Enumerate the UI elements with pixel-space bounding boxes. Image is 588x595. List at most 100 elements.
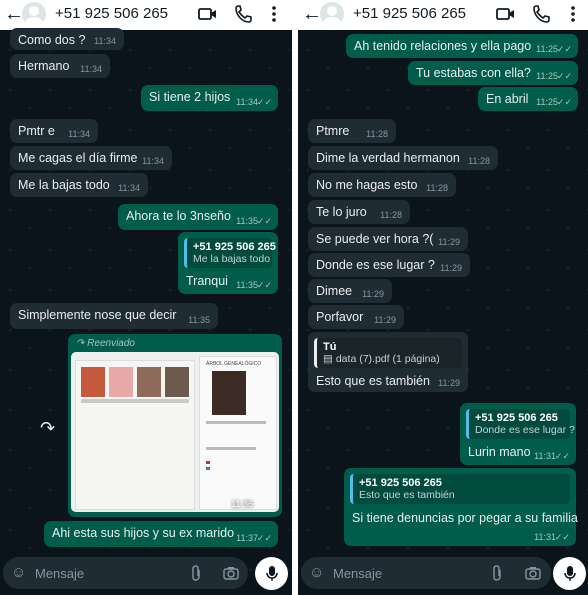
message-outgoing[interactable]: Tu estabas con ella? 11:25 ✓✓ bbox=[408, 61, 578, 85]
back-arrow-icon[interactable]: ← bbox=[302, 3, 322, 25]
document-left-page bbox=[75, 360, 195, 510]
message-text: Si tiene denuncias por pegar a su famili… bbox=[352, 511, 578, 525]
child-photo bbox=[109, 367, 133, 397]
chat-header: ← +51 925 506 265 bbox=[298, 0, 588, 30]
message-outgoing[interactable]: Ahora te lo 3nseño 11:35 ✓✓ bbox=[118, 204, 278, 230]
message-reply-incoming[interactable]: Tú ▤ data (7).pdf (1 página) Esto que es… bbox=[308, 332, 468, 392]
quoted-message[interactable]: +51 925 506 265 Me la bajas todo bbox=[184, 238, 276, 268]
read-receipt-icon: ✓✓ bbox=[256, 97, 272, 107]
message-incoming[interactable]: Hermano 11:34 bbox=[10, 54, 110, 78]
mic-icon bbox=[564, 566, 576, 581]
message-incoming[interactable]: Simplemente nose que decir 11:35 bbox=[10, 303, 218, 329]
message-incoming[interactable]: Ptmre 11:28 bbox=[308, 119, 396, 143]
message-outgoing[interactable]: En abril 11:25 ✓✓ bbox=[478, 87, 578, 111]
message-reply-outgoing[interactable]: +51 925 506 265 Donde es ese lugar ? Lur… bbox=[460, 403, 576, 465]
video-call-icon[interactable] bbox=[496, 4, 516, 24]
message-input[interactable]: ☺ Mensaje bbox=[3, 557, 248, 589]
contact-name[interactable]: +51 925 506 265 bbox=[55, 5, 168, 22]
quoted-text: Donde es ese lugar ? bbox=[475, 424, 575, 436]
phone-icon[interactable] bbox=[533, 4, 551, 24]
emoji-icon[interactable]: ☺ bbox=[309, 564, 324, 581]
forwarded-label: ↷ Reenviado bbox=[76, 338, 135, 349]
camera-icon[interactable] bbox=[223, 565, 239, 581]
document-right-page: ÁRBOL GENEALÓGICO bbox=[199, 356, 277, 510]
child-photo bbox=[81, 367, 105, 397]
read-receipt-icon: ✓✓ bbox=[554, 451, 570, 461]
forward-icon[interactable]: ↷ bbox=[40, 418, 55, 439]
mic-icon bbox=[266, 566, 278, 581]
camera-icon[interactable] bbox=[525, 565, 541, 581]
read-receipt-icon: ✓✓ bbox=[554, 532, 570, 542]
child-photo bbox=[165, 367, 189, 397]
more-vertical-icon[interactable] bbox=[270, 4, 278, 24]
quoted-sender: +51 925 506 265 bbox=[193, 241, 276, 253]
message-incoming[interactable]: Pmtr e 11:34 bbox=[10, 119, 98, 143]
read-receipt-icon: ✓✓ bbox=[256, 533, 272, 543]
message-incoming[interactable]: Dimee 11:29 bbox=[308, 279, 392, 303]
chat-panel-left: ← +51 925 506 265 Como dos ? 11:34 Herman… bbox=[0, 0, 292, 595]
avatar[interactable] bbox=[320, 2, 344, 26]
message-reply-outgoing[interactable]: +51 925 506 265 Me la bajas todo Tranqui… bbox=[178, 232, 278, 294]
message-input-bar: ☺ Mensaje bbox=[298, 551, 588, 595]
document-title: ÁRBOL GENEALÓGICO bbox=[206, 361, 262, 367]
message-text: Esto que es también bbox=[316, 374, 430, 388]
message-incoming[interactable]: Me la bajas todo 11:34 bbox=[10, 173, 148, 197]
mic-button[interactable] bbox=[553, 557, 586, 590]
message-incoming[interactable]: Te lo juro 11:28 bbox=[308, 200, 410, 224]
back-arrow-icon[interactable]: ← bbox=[4, 3, 24, 25]
quoted-sender: +51 925 506 265 bbox=[359, 477, 442, 489]
message-outgoing[interactable]: Si tiene 2 hijos 11:34 ✓✓ bbox=[141, 85, 278, 111]
message-placeholder: Mensaje bbox=[333, 566, 383, 581]
message-input-bar: ☺ Mensaje bbox=[0, 551, 292, 595]
message-text: Lurin mano bbox=[468, 445, 531, 459]
quoted-document: ▤ data (7).pdf (1 página) bbox=[323, 353, 440, 365]
message-incoming[interactable]: Porfavor 11:29 bbox=[308, 305, 404, 329]
quoted-text: Me la bajas todo bbox=[193, 253, 271, 265]
read-receipt-icon: ✓✓ bbox=[556, 97, 572, 107]
message-placeholder: Mensaje bbox=[35, 566, 85, 581]
mic-button[interactable] bbox=[255, 557, 288, 590]
message-forwarded-image[interactable]: ↷ Reenviado ÁRBOL GENEALÓGICO 11:36 ✓✓ bbox=[68, 334, 282, 517]
video-call-icon[interactable] bbox=[198, 4, 218, 24]
message-input[interactable]: ☺ Mensaje bbox=[301, 557, 551, 589]
read-receipt-icon: ✓✓ bbox=[256, 280, 272, 290]
attach-icon[interactable] bbox=[491, 565, 503, 581]
message-incoming[interactable]: Donde es ese lugar ? 11:29 bbox=[308, 253, 470, 277]
message-incoming[interactable]: Como dos ? 11:34 bbox=[10, 28, 124, 50]
attach-icon[interactable] bbox=[190, 565, 202, 581]
child-photo bbox=[137, 367, 161, 397]
message-reply-outgoing[interactable]: +51 925 506 265 Esto que es también Si t… bbox=[344, 468, 578, 546]
quoted-text: Esto que es también bbox=[359, 489, 455, 501]
quoted-message[interactable]: Tú ▤ data (7).pdf (1 página) bbox=[314, 338, 462, 368]
read-receipt-icon: ✓✓ bbox=[257, 499, 273, 509]
legend-marker bbox=[206, 467, 210, 470]
quoted-sender: +51 925 506 265 bbox=[475, 412, 558, 424]
quoted-sender: Tú bbox=[323, 341, 337, 353]
read-receipt-icon: ✓✓ bbox=[556, 44, 572, 54]
contact-name[interactable]: +51 925 506 265 bbox=[353, 5, 466, 22]
message-outgoing[interactable]: Ah tenido relaciones y ella pago 11:25 ✓✓ bbox=[346, 34, 578, 58]
quoted-message[interactable]: +51 925 506 265 Donde es ese lugar ? bbox=[466, 409, 575, 439]
emoji-icon[interactable]: ☺ bbox=[11, 564, 26, 581]
message-incoming[interactable]: No me hagas esto 11:28 bbox=[308, 173, 456, 197]
avatar[interactable] bbox=[22, 2, 46, 26]
message-incoming[interactable]: Me cagas el día firme 11:34 bbox=[10, 146, 172, 170]
document-icon: ▤ bbox=[323, 353, 336, 365]
message-time: 11:36 bbox=[231, 499, 253, 509]
genealogy-document-image[interactable]: ÁRBOL GENEALÓGICO 11:36 ✓✓ bbox=[71, 352, 279, 512]
legend-marker bbox=[206, 461, 210, 464]
chat-header: ← +51 925 506 265 bbox=[0, 0, 292, 30]
chat-panel-right: ← +51 925 506 265 Ah tenido relaciones y… bbox=[298, 0, 588, 595]
more-vertical-icon[interactable] bbox=[569, 4, 577, 24]
message-outgoing[interactable]: Ahi esta sus hijos y su ex marido 11:37 ✓✓ bbox=[44, 521, 278, 547]
read-receipt-icon: ✓✓ bbox=[256, 216, 272, 226]
caption-line bbox=[206, 421, 266, 424]
quoted-message[interactable]: +51 925 506 265 Esto que es también bbox=[350, 474, 570, 504]
message-incoming[interactable]: Se puede ver hora ?(11:29 bbox=[308, 227, 468, 251]
person-photo bbox=[212, 371, 246, 415]
caption-line bbox=[206, 447, 256, 450]
phone-icon[interactable] bbox=[235, 4, 253, 24]
message-incoming[interactable]: Dime la verdad hermanon 11:28 bbox=[308, 146, 498, 170]
message-text: Tranqui bbox=[186, 274, 228, 288]
caption-line bbox=[81, 399, 189, 403]
